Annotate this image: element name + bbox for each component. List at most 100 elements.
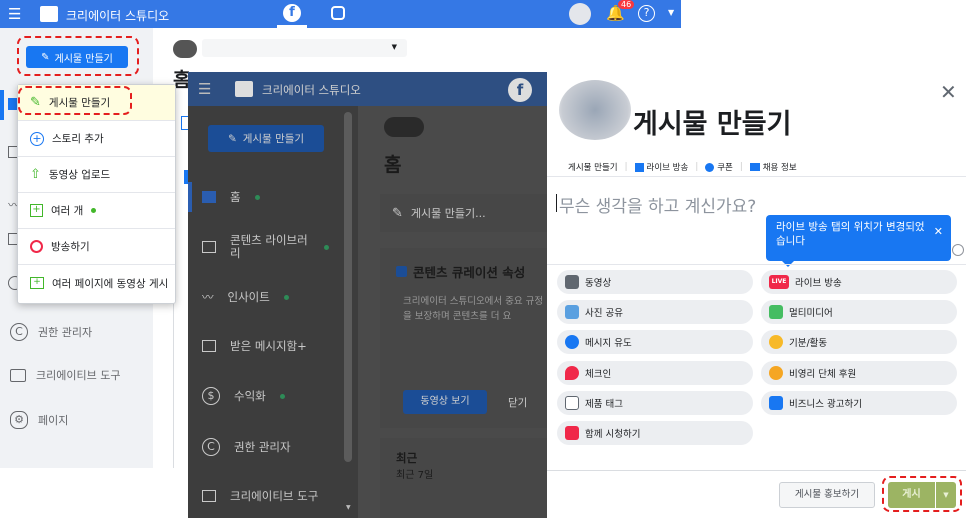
tab-divider: |	[624, 162, 628, 172]
tab-divider: |	[695, 162, 699, 172]
bg-nav-inbox: 받은 메시지함+	[202, 338, 307, 354]
messenger-icon	[565, 335, 579, 349]
sidebar-item-creative-tools[interactable]: 크리에이티브 도구	[10, 367, 120, 383]
create-post-button[interactable]: ✎ 게시물 만들기	[26, 46, 128, 68]
bg-app-title: 크리에이터 스튜디오	[262, 83, 361, 97]
background-screenshot: ☰ 크리에이터 스튜디오 f ✎ 게시물 만들기 홈 콘텐츠 라이브러리 〰 인사이…	[188, 72, 547, 518]
bg-active-marker	[188, 182, 192, 212]
pencil-icon: ✎	[41, 51, 50, 63]
bg-scrollbar	[344, 112, 352, 462]
post-placeholder: 무슨 생각을 하고 계신가요?	[559, 197, 757, 217]
coupon-icon	[705, 162, 715, 172]
bg-create-button: ✎ 게시물 만들기	[208, 125, 324, 152]
live-badge-icon: LIVE	[769, 275, 789, 289]
new-dot	[254, 194, 260, 200]
new-dot	[279, 393, 285, 399]
menu-item-upload-video[interactable]: ⇧ 동영상 업로드	[18, 157, 175, 193]
photo-icon	[565, 305, 579, 319]
tooltip-live-moved: 라이브 방송 탭의 위치가 변경되었습니다 ✕	[766, 215, 951, 267]
option-multimedia[interactable]: 멀티미디어	[761, 300, 957, 324]
hamburger-menu-icon[interactable]: ☰	[8, 5, 21, 23]
modal-title: 게시물 만들기	[633, 109, 792, 140]
pencil-icon: ✎	[392, 205, 403, 221]
smiley-icon	[769, 335, 783, 349]
app-title: 크리에이터 스튜디오	[66, 9, 170, 23]
bg-nav-insights: 〰 인사이트	[202, 289, 289, 305]
creator-studio-logo-icon	[40, 6, 58, 22]
briefcase-icon	[749, 163, 760, 171]
bg-home-title: 홈	[384, 154, 402, 176]
facebook-tab-icon[interactable]: f	[277, 0, 307, 28]
bg-page-avatar	[384, 117, 424, 137]
emoji-icon[interactable]	[952, 244, 964, 256]
broadcast-icon	[30, 240, 43, 253]
tab-live[interactable]: 라이브 방송	[634, 161, 688, 173]
sidebar-item-pages[interactable]: ⚙ 페이지	[10, 411, 68, 429]
page-avatar	[173, 40, 197, 58]
top-bar: ☰ 크리에이터 스튜디오 f 🔔 46 ? ▼	[0, 0, 681, 28]
option-video[interactable]: 동영상	[557, 270, 753, 294]
menu-item-crosspost-video[interactable]: + 여러 페이지에 동영상 게시	[18, 265, 175, 301]
menu-item-multiple[interactable]: + 여러 개	[18, 193, 175, 229]
creator-studio-logo-icon	[235, 81, 253, 97]
bg-create-post-card: ✎ 게시물 만들기...	[380, 194, 547, 232]
bg-nav-monetization: $ 수익화	[202, 387, 285, 405]
new-dot	[283, 294, 289, 300]
tab-coupon[interactable]: 쿠폰	[705, 161, 733, 173]
heart-icon	[769, 366, 783, 380]
copyright-icon: C	[202, 438, 220, 456]
text-cursor	[556, 194, 557, 212]
pages-icon: ⚙	[10, 411, 28, 429]
option-product-tag[interactable]: 제품 태그	[557, 391, 753, 415]
option-ad[interactable]: 비즈니스 광고하기	[761, 391, 957, 415]
multi-upload-icon: +	[30, 204, 43, 217]
option-message[interactable]: 메시지 유도	[557, 330, 753, 354]
tab-jobs[interactable]: 채용 정보	[749, 161, 797, 173]
dollar-icon: $	[202, 387, 220, 405]
bg-close-link: 닫기	[508, 397, 528, 409]
video-camera-icon	[565, 275, 579, 289]
close-icon[interactable]: ✕	[940, 80, 957, 104]
new-dot	[91, 208, 97, 213]
option-live[interactable]: LIVE 라이브 방송	[761, 270, 957, 294]
tab-create-post[interactable]: 게시물 만들기	[568, 161, 618, 173]
footer-divider	[547, 470, 966, 471]
bg-sidebar	[188, 106, 358, 518]
help-icon[interactable]: ?	[638, 5, 655, 22]
notification-badge: 46	[618, 0, 635, 9]
option-checkin[interactable]: 체크인	[557, 361, 753, 385]
sidebar-item-permissions[interactable]: C 권한 관리자	[10, 323, 92, 341]
bg-nav-creative-tools: 크리에이티브 도구	[202, 488, 318, 504]
chevron-down-icon[interactable]: ▼	[668, 8, 674, 17]
tabs-divider	[547, 176, 966, 177]
instagram-tab-icon[interactable]	[331, 6, 345, 20]
location-pin-icon	[565, 366, 579, 380]
promote-post-button[interactable]: 게시물 홍보하기	[779, 482, 875, 508]
crosspost-icon: +	[30, 277, 44, 289]
plus-circle-icon: +	[30, 131, 44, 146]
bg-curation-body: 크리에이터 스튜디오에서 중요 규정을 보장하며 콘텐츠를 더 요	[403, 296, 544, 322]
option-feeling[interactable]: 기분/활동	[761, 330, 957, 354]
option-watch-party[interactable]: 함께 시청하기	[557, 421, 753, 445]
post-options-dropdown[interactable]: ▼	[936, 482, 956, 508]
menu-item-go-live[interactable]: 방송하기	[18, 229, 175, 265]
post-button[interactable]: 게시	[888, 482, 935, 508]
page-selector[interactable]: ▼	[202, 39, 407, 57]
bg-recent-sub: 최근 7일	[396, 470, 434, 481]
bg-watch-video-button: 동영상 보기	[403, 390, 487, 414]
bg-nav-content-library: 콘텐츠 라이브러리	[202, 234, 352, 260]
bg-recent-title: 최근	[396, 451, 418, 465]
tooltip-close-icon[interactable]: ✕	[934, 225, 943, 239]
option-photo[interactable]: 사진 공유	[557, 300, 753, 324]
avatar[interactable]	[569, 3, 591, 25]
facebook-tab-icon: f	[508, 78, 532, 102]
live-icon	[634, 162, 644, 172]
library-icon	[202, 241, 216, 253]
menu-item-add-story[interactable]: + 스토리 추가	[18, 121, 175, 157]
page-avatar-blurred	[559, 80, 631, 140]
upload-icon: ⇧	[30, 167, 41, 182]
pencil-icon: ✎	[227, 132, 237, 145]
option-fundraiser[interactable]: 비영리 단체 후원	[761, 361, 957, 385]
highlight-create-post-item	[18, 86, 132, 115]
sidebar-active-marker	[0, 90, 4, 120]
